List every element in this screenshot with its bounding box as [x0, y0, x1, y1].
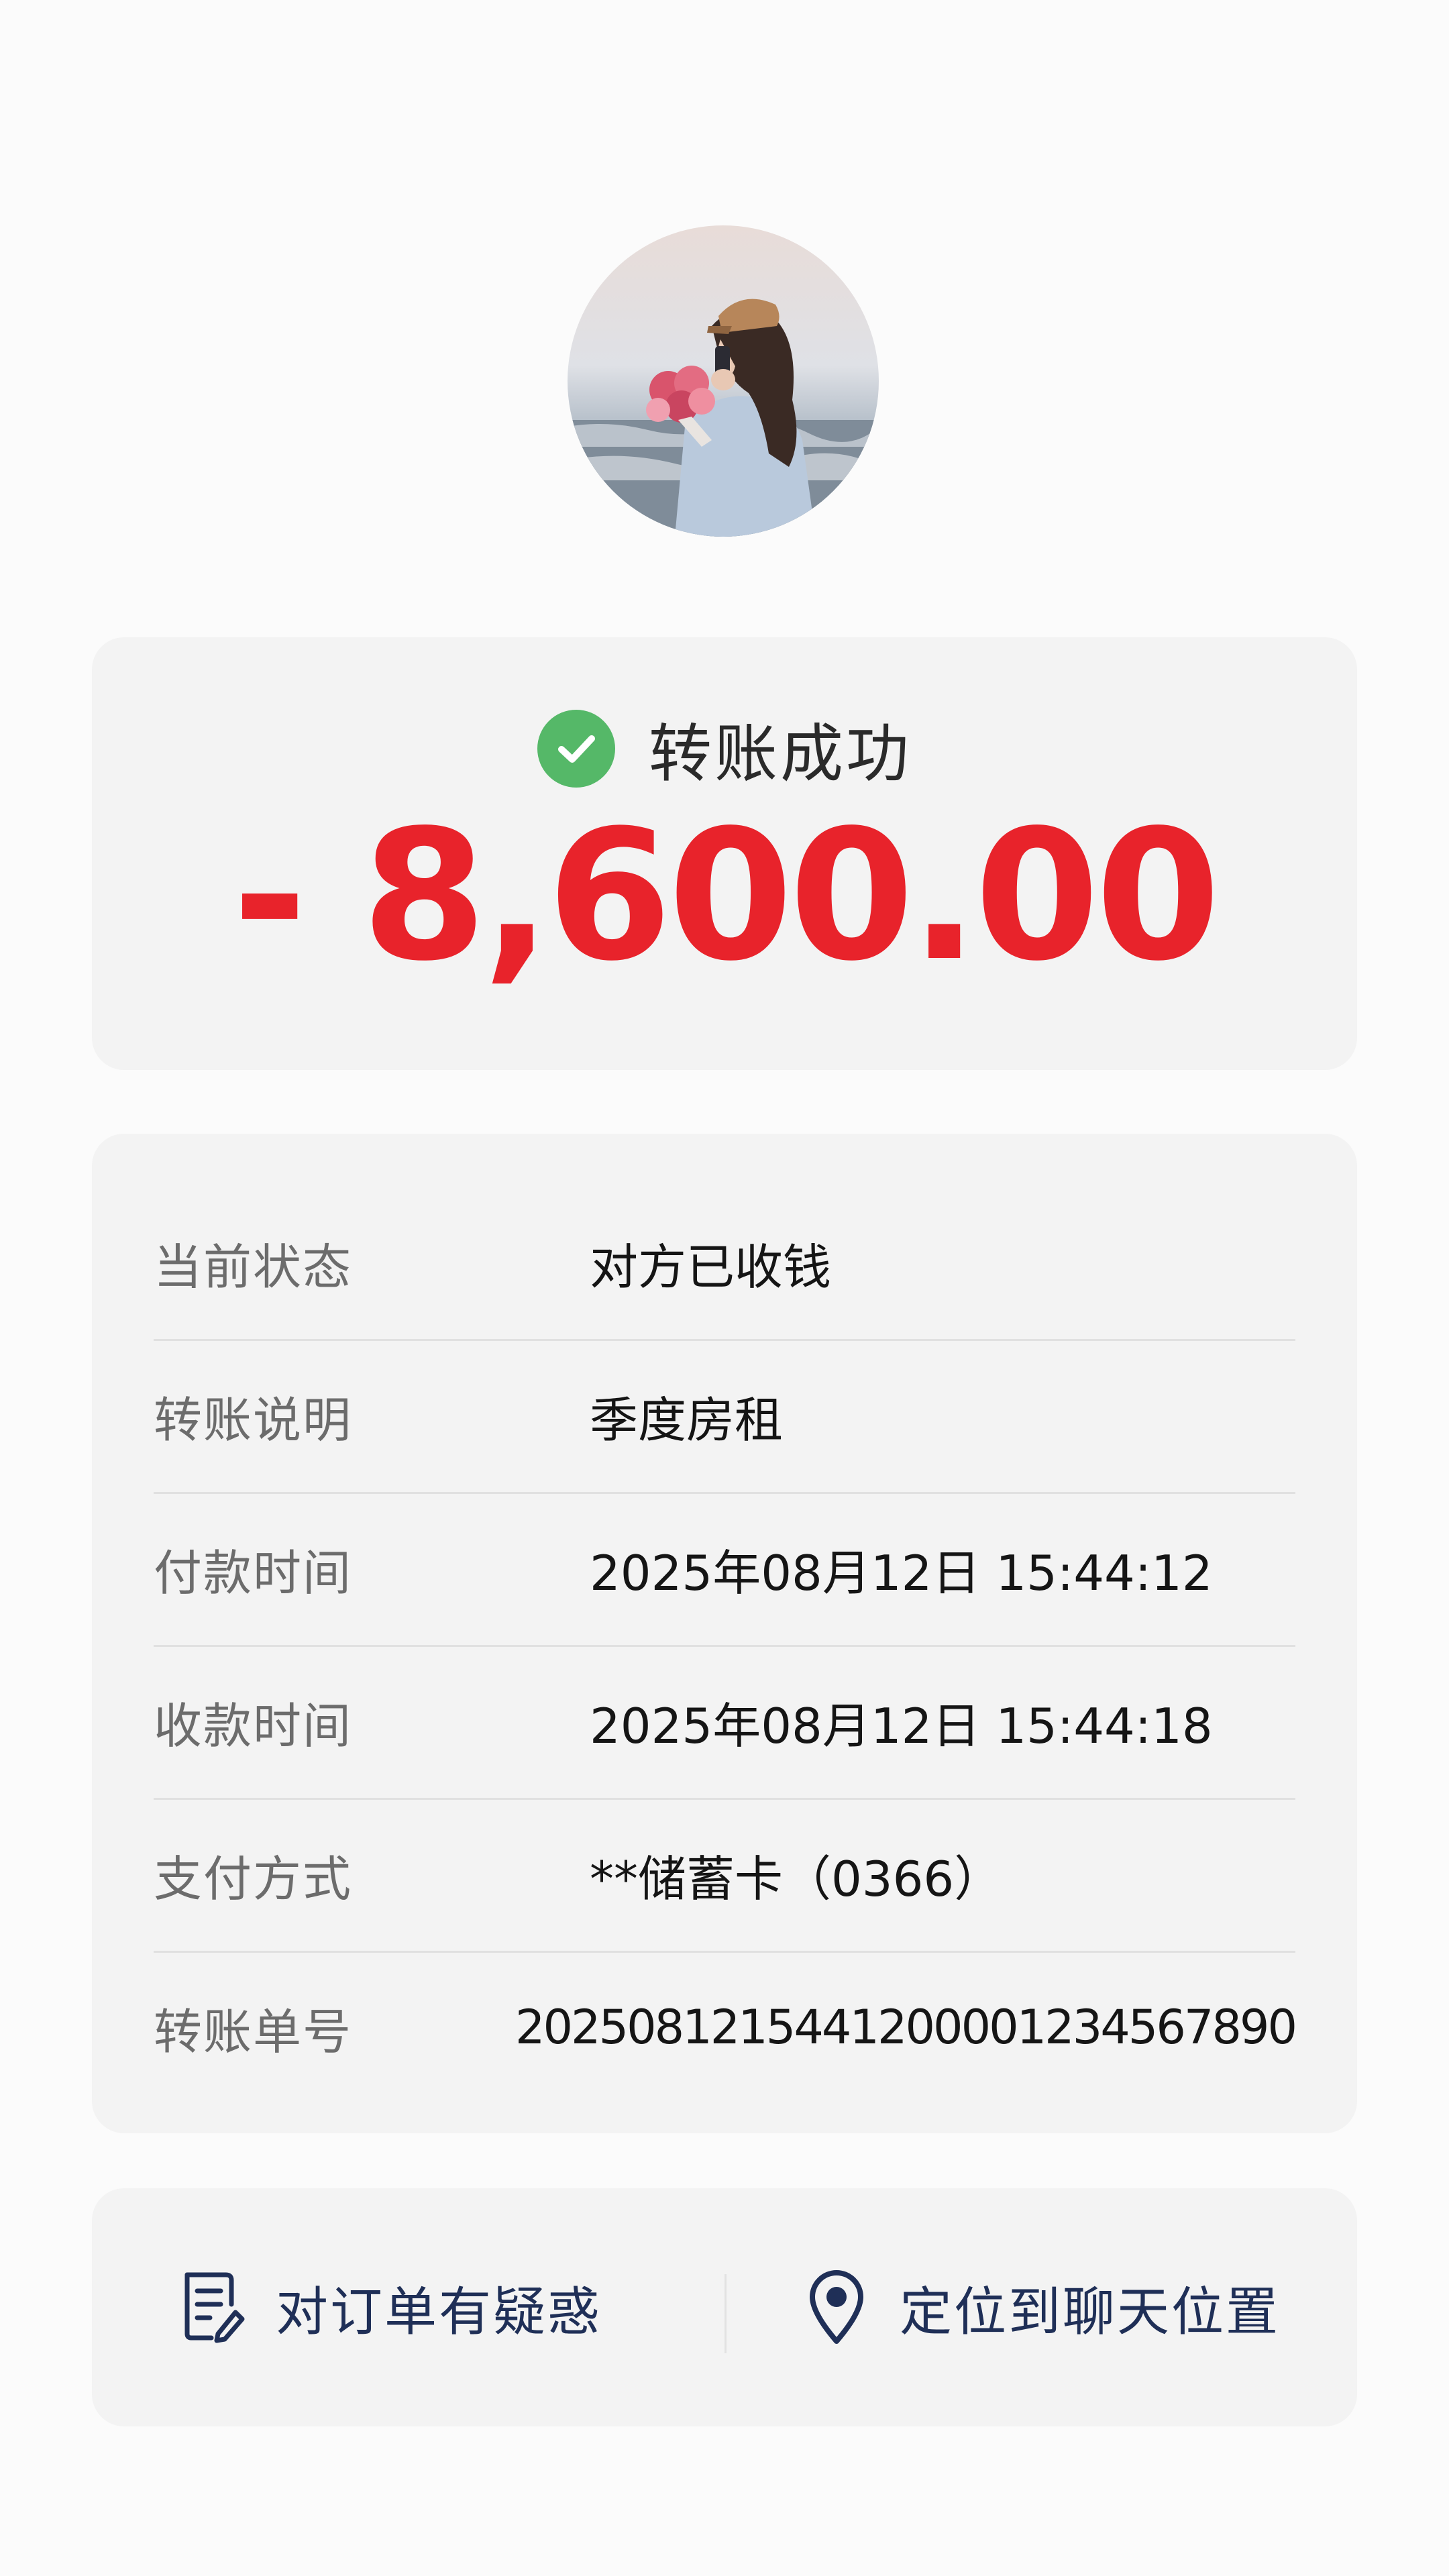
detail-value: 季度房租 — [590, 1391, 784, 1448]
transfer-amount: - 8,600.00 — [232, 792, 1221, 1001]
detail-label: 当前状态 — [154, 1238, 353, 1295]
detail-value: 2025年08月12日 15:44:18 — [590, 1697, 1213, 1754]
detail-label: 转账单号 — [154, 2003, 353, 2060]
status-text: 转账成功 — [648, 718, 912, 791]
detail-label: 转账说明 — [154, 1391, 353, 1448]
detail-row-note: 转账说明 季度房租 — [154, 1339, 1295, 1494]
detail-label: 支付方式 — [154, 1850, 353, 1907]
check-circle-icon — [537, 710, 615, 788]
detail-value: **储蓄卡（0366） — [590, 1850, 1003, 1907]
detail-row-transfer-number: 转账单号 2025081215441200001234567890 — [154, 1951, 1297, 2104]
detail-label: 付款时间 — [154, 1544, 353, 1601]
detail-row-receive-time: 收款时间 2025年08月12日 15:44:18 — [154, 1645, 1295, 1800]
detail-row-pay-time: 付款时间 2025年08月12日 15:44:12 — [154, 1492, 1295, 1647]
location-pin-icon — [803, 2266, 870, 2349]
detail-value: 2025年08月12日 15:44:12 — [590, 1544, 1213, 1601]
document-pen-icon — [179, 2269, 246, 2346]
detail-value: 对方已收钱 — [590, 1238, 832, 1295]
detail-row-status: 当前状态 对方已收钱 — [154, 1186, 1295, 1341]
avatar-photo — [568, 299, 879, 537]
order-question-label: 对订单有疑惑 — [276, 2282, 602, 2343]
status-row: 转账成功 — [92, 703, 1357, 794]
detail-row-payment-method: 支付方式 **储蓄卡（0366） — [154, 1798, 1295, 1953]
detail-label: 收款时间 — [154, 1697, 353, 1754]
detail-value: 2025081215441200001234567890 — [515, 2000, 1297, 2055]
transfer-details-card: 当前状态 对方已收钱 转账说明 季度房租 付款时间 2025年08月12日 15… — [92, 1134, 1357, 2133]
locate-chat-button[interactable]: 定位到聊天位置 — [803, 2188, 1280, 2426]
avatar — [568, 225, 879, 537]
locate-chat-label: 定位到聊天位置 — [900, 2282, 1281, 2343]
actions-card: 对订单有疑惑 定位到聊天位置 — [92, 2188, 1357, 2426]
action-divider — [724, 2274, 727, 2353]
transfer-status-card: 转账成功 - 8,600.00 — [92, 637, 1357, 1070]
order-question-button[interactable]: 对订单有疑惑 — [179, 2188, 602, 2426]
